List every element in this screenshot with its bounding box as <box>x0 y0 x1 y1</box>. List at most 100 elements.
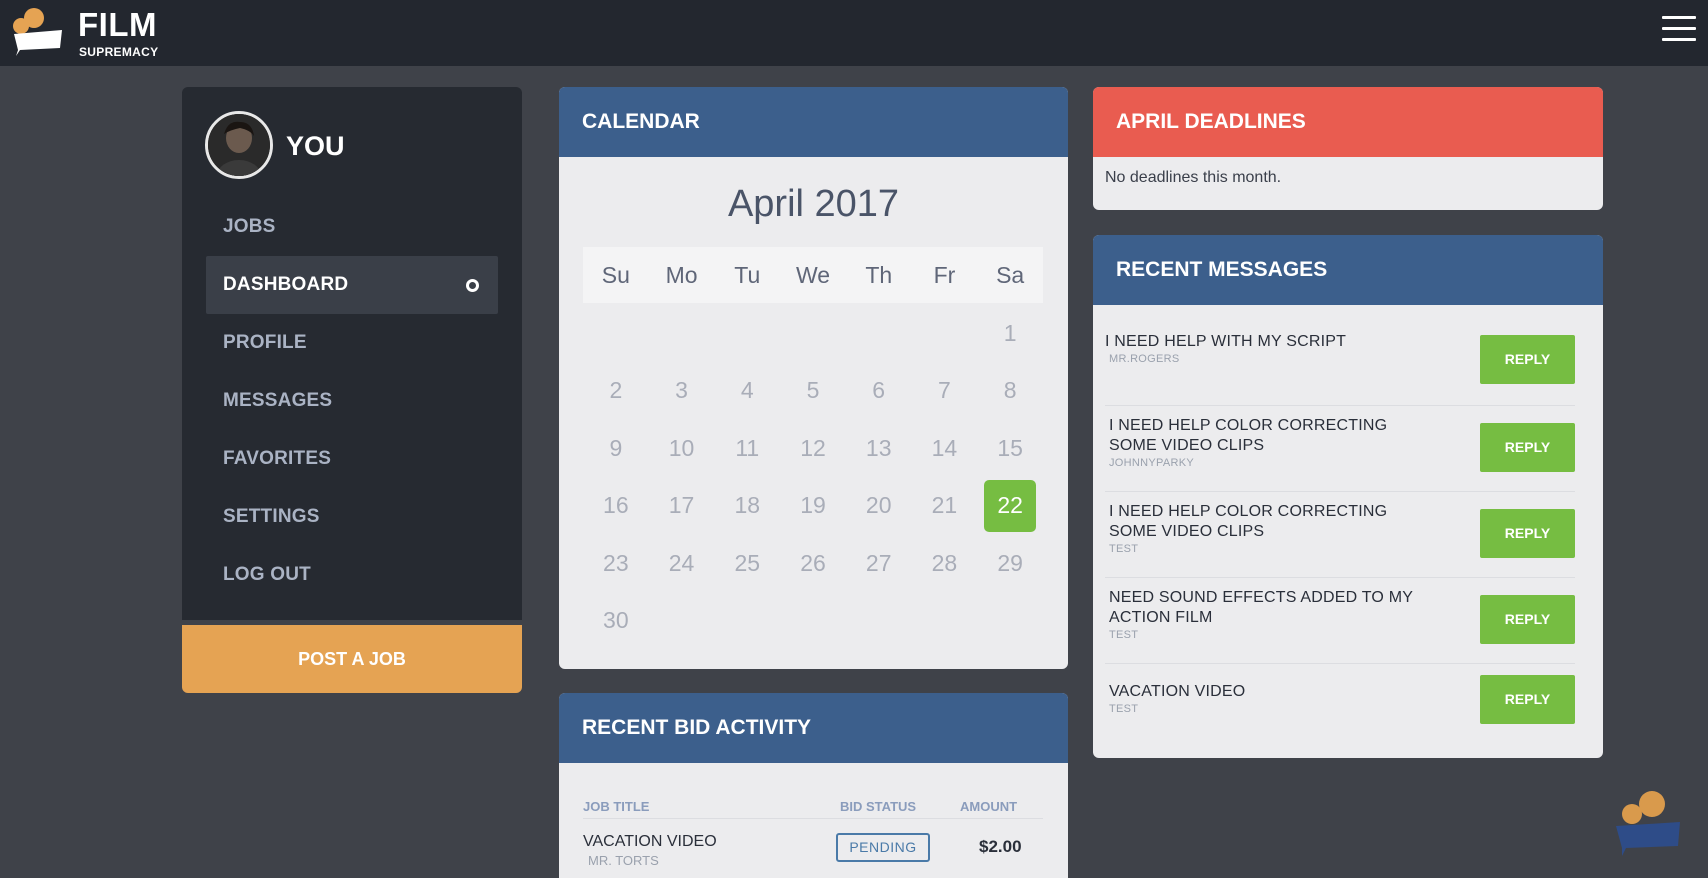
sidebar-item-label: DASHBOARD <box>223 274 349 295</box>
sidebar-nav: JOBS DASHBOARD PROFILE MESSAGES FAVORITE… <box>206 198 498 604</box>
calendar-day[interactable]: 14 <box>912 420 978 477</box>
message-title[interactable]: NEED SOUND EFFECTS ADDED TO MY ACTION FI… <box>1109 588 1419 628</box>
calendar-day[interactable]: 1 <box>977 305 1043 362</box>
recent-bid-activity-panel: RECENT BID ACTIVITY JOB TITLE BID STATUS… <box>559 693 1068 878</box>
weekday-label: Th <box>865 262 893 288</box>
calendar-empty-cell <box>846 305 912 362</box>
reply-button[interactable]: REPLY <box>1480 509 1575 558</box>
calendar-day[interactable]: 3 <box>649 362 715 419</box>
chat-bubbles-logo-icon <box>13 8 62 56</box>
bids-title: RECENT BID ACTIVITY <box>559 693 1068 763</box>
message-title[interactable]: I NEED HELP COLOR CORRECTING SOME VIDEO … <box>1109 416 1419 456</box>
sidebar-item-messages[interactable]: MESSAGES <box>206 372 498 430</box>
calendar-day[interactable]: 16 <box>583 477 649 534</box>
sidebar-item-favorites[interactable]: FAVORITES <box>206 430 498 488</box>
list-item[interactable]: I NEED HELP COLOR CORRECTING SOME VIDEO … <box>1105 492 1575 578</box>
sidebar-item-settings[interactable]: SETTINGS <box>206 488 498 546</box>
reply-button[interactable]: REPLY <box>1480 423 1575 472</box>
calendar-empty-cell <box>780 305 846 362</box>
calendar-title: CALENDAR <box>559 87 1068 157</box>
calendar-day[interactable]: 29 <box>977 535 1043 592</box>
calendar-day[interactable]: 6 <box>846 362 912 419</box>
sidebar-item-dashboard[interactable]: DASHBOARD <box>206 256 498 314</box>
reply-button[interactable]: REPLY <box>1480 675 1575 724</box>
reply-button[interactable]: REPLY <box>1480 335 1575 384</box>
bid-job-title[interactable]: VACATION VIDEO <box>583 833 717 851</box>
calendar-day-grid: 1 2 3 4 5 6 7 8 9 10 11 12 13 14 15 16 17 18 19 20 21 22 23 24 2… <box>583 305 1043 649</box>
brand-name-top: FILM <box>78 6 157 43</box>
calendar-day[interactable]: 9 <box>583 420 649 477</box>
calendar-day[interactable]: 25 <box>714 535 780 592</box>
calendar-day[interactable]: 2 <box>583 362 649 419</box>
calendar-day[interactable]: 20 <box>846 477 912 534</box>
calendar-day[interactable]: 4 <box>714 362 780 419</box>
sidebar-item-profile[interactable]: PROFILE <box>206 314 498 372</box>
deadlines-empty-text: No deadlines this month. <box>1105 169 1282 186</box>
list-item[interactable]: I NEED HELP COLOR CORRECTING SOME VIDEO … <box>1105 406 1575 492</box>
calendar-day[interactable]: 17 <box>649 477 715 534</box>
recent-messages-panel: RECENT MESSAGES I NEED HELP WITH MY SCRI… <box>1093 235 1603 758</box>
column-header-job-title: JOB TITLE <box>583 799 650 814</box>
calendar-weekday-header: Su Mo Tu We Th Fr Sa <box>583 247 1043 303</box>
top-bar: FILM SUPREMACY <box>0 0 1708 66</box>
calendar-day[interactable]: 12 <box>780 420 846 477</box>
avatar[interactable] <box>205 111 273 179</box>
weekday-label: We <box>795 262 831 288</box>
column-header-bid-status: BID STATUS <box>840 799 917 814</box>
status-badge: PENDING <box>836 833 930 862</box>
user-photo-icon <box>208 114 270 176</box>
calendar-day[interactable]: 7 <box>912 362 978 419</box>
calendar-day[interactable]: 11 <box>714 420 780 477</box>
calendar-empty-cell <box>649 305 715 362</box>
reply-button[interactable]: REPLY <box>1480 595 1575 644</box>
calendar-month-label: April 2017 <box>727 183 900 225</box>
active-indicator-icon <box>466 279 479 292</box>
calendar-empty-cell <box>912 305 978 362</box>
calendar-day[interactable]: 27 <box>846 535 912 592</box>
sidebar-item-label: JOBS <box>223 216 276 237</box>
weekday-label: Mo <box>665 262 698 288</box>
calendar-day[interactable]: 13 <box>846 420 912 477</box>
weekday-label: Sa <box>996 262 1025 288</box>
calendar-day[interactable]: 28 <box>912 535 978 592</box>
list-item[interactable]: NEED SOUND EFFECTS ADDED TO MY ACTION FI… <box>1105 578 1575 664</box>
message-title[interactable]: VACATION VIDEO <box>1109 682 1419 702</box>
calendar-empty-cell <box>583 305 649 362</box>
calendar-day[interactable]: 5 <box>780 362 846 419</box>
list-item[interactable]: VACATION VIDEO TEST REPLY <box>1105 664 1575 744</box>
bid-client-name: MR. TORTS <box>588 853 659 868</box>
table-row[interactable]: VACATION VIDEO MR. TORTS PENDING $2.00 <box>583 833 1043 873</box>
calendar-day[interactable]: 18 <box>714 477 780 534</box>
sidebar-item-jobs[interactable]: JOBS <box>206 198 498 256</box>
sidebar: YOU JOBS DASHBOARD PROFILE MESSAGES FAVO… <box>182 87 522 620</box>
bid-amount: $2.00 <box>979 837 1022 856</box>
message-title[interactable]: I NEED HELP COLOR CORRECTING SOME VIDEO … <box>1109 502 1419 542</box>
brand-logo[interactable]: FILM SUPREMACY <box>12 4 182 60</box>
user-name: YOU <box>286 131 345 161</box>
message-title[interactable]: I NEED HELP WITH MY SCRIPT <box>1105 332 1415 352</box>
calendar-day[interactable]: 24 <box>649 535 715 592</box>
calendar-day[interactable]: 26 <box>780 535 846 592</box>
sidebar-item-log-out[interactable]: LOG OUT <box>206 546 498 604</box>
calendar-day[interactable]: 19 <box>780 477 846 534</box>
calendar-day[interactable]: 10 <box>649 420 715 477</box>
messages-list: I NEED HELP WITH MY SCRIPT MR.ROGERS REP… <box>1105 320 1575 744</box>
hamburger-menu-icon[interactable] <box>1662 16 1696 44</box>
deadlines-title: APRIL DEADLINES <box>1093 87 1603 157</box>
calendar-day[interactable]: 30 <box>583 592 649 649</box>
weekday-label: Fr <box>933 262 956 288</box>
calendar-day[interactable]: 21 <box>912 477 978 534</box>
list-item[interactable]: I NEED HELP WITH MY SCRIPT MR.ROGERS REP… <box>1105 320 1575 406</box>
sidebar-item-label: LOG OUT <box>223 564 311 585</box>
calendar-day[interactable]: 22 <box>977 477 1043 534</box>
brand-name-bottom: SUPREMACY <box>79 45 159 59</box>
weekday-label: Tu <box>734 262 761 288</box>
calendar-empty-cell <box>714 305 780 362</box>
post-a-job-button[interactable]: POST A JOB <box>182 625 522 693</box>
column-header-amount: AMOUNT <box>960 799 1018 814</box>
calendar-day[interactable]: 15 <box>977 420 1043 477</box>
weekday-label: Su <box>601 262 630 288</box>
calendar-day[interactable]: 23 <box>583 535 649 592</box>
calendar-day[interactable]: 8 <box>977 362 1043 419</box>
bids-table-header: JOB TITLE BID STATUS AMOUNT <box>583 793 1043 819</box>
